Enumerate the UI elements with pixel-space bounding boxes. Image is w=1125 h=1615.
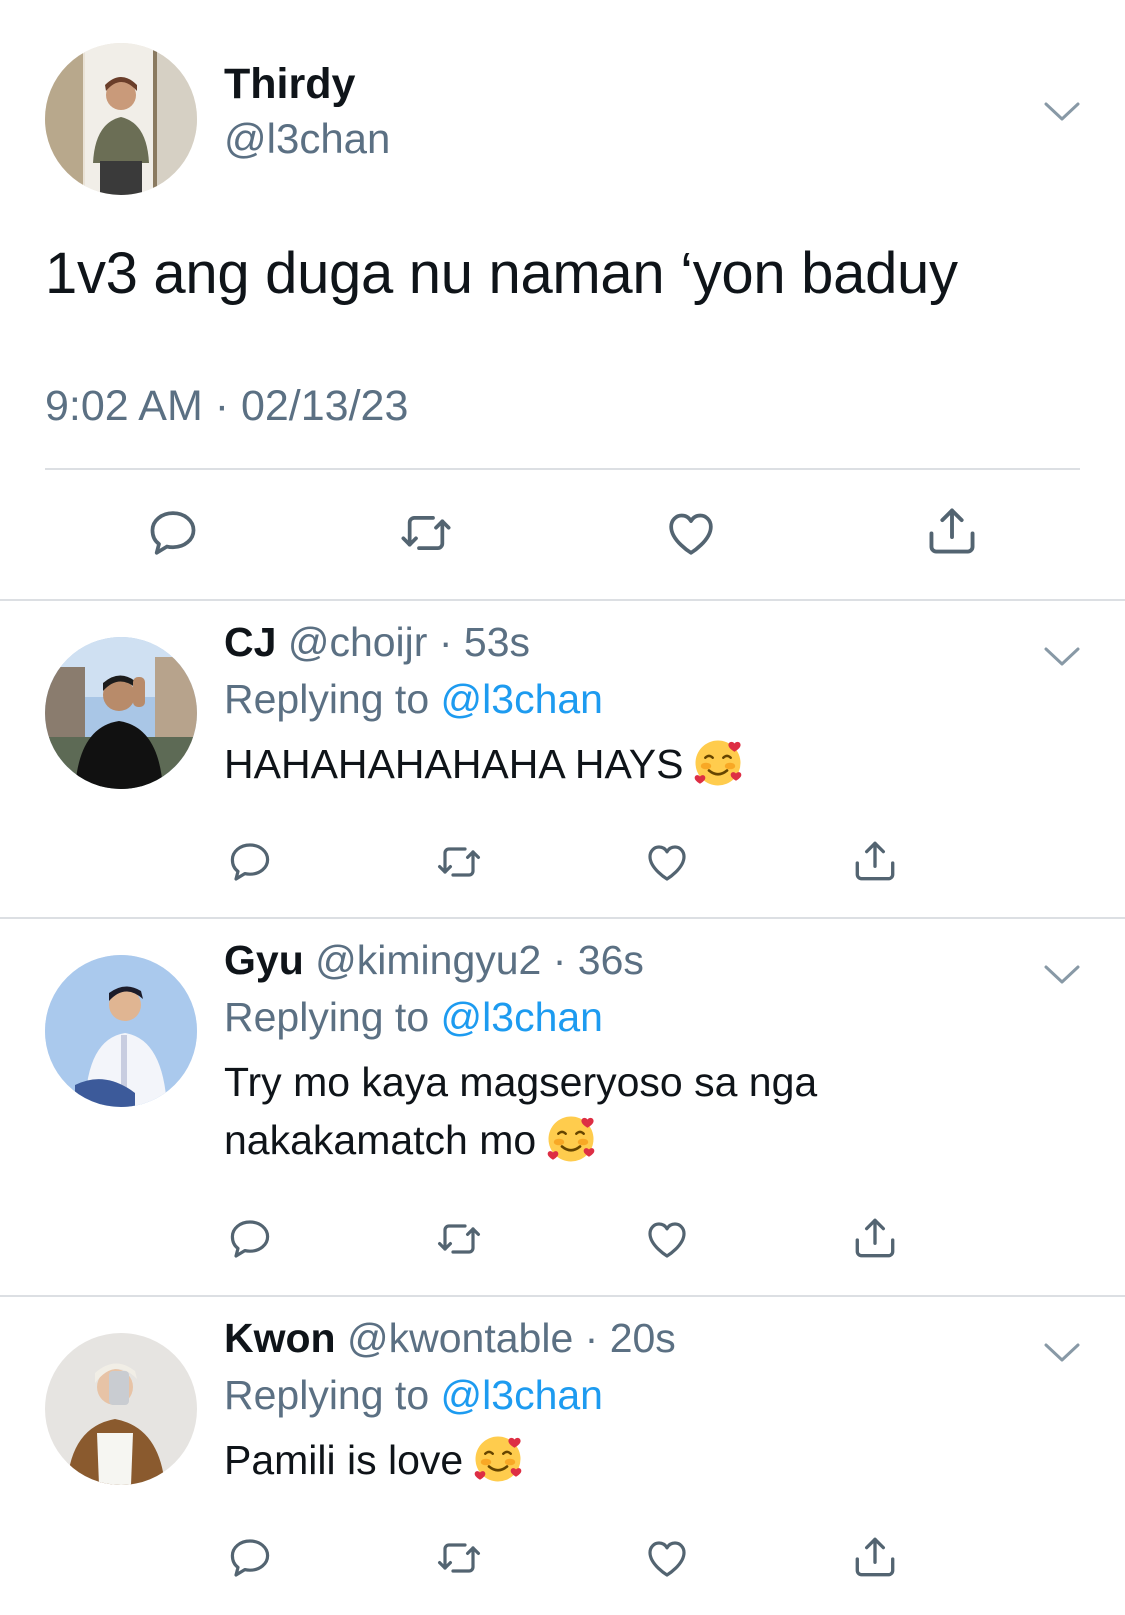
- reply-text-content: nakakamatch mo: [224, 1117, 537, 1163]
- heart-icon[interactable]: [642, 1534, 692, 1582]
- retweet-icon[interactable]: [433, 1534, 485, 1582]
- tweet-text: 1v3 ang duga nu naman ‘yon baduy: [45, 241, 958, 306]
- reply-text-line: Try mo kaya magseryoso sa nga: [224, 1059, 818, 1105]
- main-avatar[interactable]: [45, 43, 197, 195]
- replying-to-mention[interactable]: @l3chan: [441, 994, 603, 1040]
- reply-text-line: nakakamatch mo: [224, 1111, 1024, 1170]
- reply-time[interactable]: · 53s: [439, 619, 530, 665]
- divider: [45, 468, 1080, 470]
- reply-text-content: Pamili is love: [224, 1437, 464, 1483]
- heart-icon[interactable]: [642, 1215, 692, 1263]
- replying-to: Replying to @l3chan: [224, 676, 603, 723]
- heart-icon[interactable]: [642, 838, 692, 886]
- heart-icon[interactable]: [662, 505, 720, 561]
- replying-to: Replying to @l3chan: [224, 1372, 603, 1419]
- replying-to-label: Replying to: [224, 994, 430, 1040]
- reply-icon[interactable]: [145, 505, 201, 561]
- reply-avatar[interactable]: [45, 955, 197, 1107]
- chevron-down-icon[interactable]: [1042, 645, 1082, 669]
- reply-author-name[interactable]: CJ: [224, 619, 276, 665]
- tweet-timestamp[interactable]: 9:02 AM · 02/13/23: [45, 382, 408, 431]
- reply-time[interactable]: · 20s: [585, 1315, 676, 1361]
- main-tweet: Thirdy @l3chan 1v3 ang duga nu naman ‘yo…: [0, 0, 1125, 601]
- reply-text: Try mo kaya magseryoso sa nga nakakamatc…: [224, 1053, 1024, 1170]
- main-author-name[interactable]: Thirdy: [224, 60, 355, 109]
- replying-to-label: Replying to: [224, 1372, 430, 1418]
- reply-icon[interactable]: [226, 838, 274, 886]
- replying-to-mention[interactable]: @l3chan: [441, 1372, 603, 1418]
- main-author-handle[interactable]: @l3chan: [224, 115, 390, 163]
- reply-tweet[interactable]: CJ @choijr · 53s Replying to @l3chan HAH…: [0, 601, 1125, 919]
- reply-text-content: HAHAHAHAHAHA HAYS: [224, 741, 684, 787]
- smiling-face-with-hearts-icon: [547, 1116, 595, 1162]
- share-icon[interactable]: [850, 1532, 900, 1582]
- retweet-icon[interactable]: [433, 838, 485, 886]
- reply-header: Gyu @kimingyu2 · 36s: [224, 937, 644, 984]
- retweet-icon[interactable]: [396, 505, 456, 561]
- replying-to: Replying to @l3chan: [224, 994, 603, 1041]
- reply-text: Pamili is love: [224, 1431, 1024, 1490]
- chevron-down-icon[interactable]: [1042, 963, 1082, 987]
- reply-tweet[interactable]: Kwon @kwontable · 20s Replying to @l3cha…: [0, 1297, 1125, 1615]
- reply-author-name[interactable]: Gyu: [224, 937, 304, 983]
- reply-time[interactable]: · 36s: [553, 937, 644, 983]
- chevron-down-icon[interactable]: [1042, 100, 1082, 124]
- reply-tweet[interactable]: Gyu @kimingyu2 · 36s Replying to @l3chan…: [0, 919, 1125, 1297]
- replying-to-label: Replying to: [224, 676, 430, 722]
- reply-author-handle[interactable]: @choijr: [288, 619, 428, 665]
- reply-header: CJ @choijr · 53s: [224, 619, 530, 666]
- share-icon[interactable]: [923, 502, 981, 560]
- reply-author-name[interactable]: Kwon: [224, 1315, 336, 1361]
- reply-text: HAHAHAHAHAHA HAYS: [224, 735, 1024, 794]
- share-icon[interactable]: [850, 836, 900, 886]
- replying-to-mention[interactable]: @l3chan: [441, 676, 603, 722]
- reply-author-handle[interactable]: @kwontable: [347, 1315, 573, 1361]
- smiling-face-with-hearts-icon: [695, 740, 742, 786]
- share-icon[interactable]: [850, 1213, 900, 1263]
- reply-avatar[interactable]: [45, 637, 197, 789]
- retweet-icon[interactable]: [433, 1215, 485, 1263]
- reply-header: Kwon @kwontable · 20s: [224, 1315, 676, 1362]
- smiling-face-with-hearts-icon: [474, 1436, 522, 1482]
- reply-avatar[interactable]: [45, 1333, 197, 1485]
- reply-author-handle[interactable]: @kimingyu2: [315, 937, 541, 983]
- chevron-down-icon[interactable]: [1042, 1341, 1082, 1365]
- reply-icon[interactable]: [226, 1534, 274, 1582]
- reply-icon[interactable]: [226, 1215, 274, 1263]
- tweet-thread: Thirdy @l3chan 1v3 ang duga nu naman ‘yo…: [0, 0, 1125, 1615]
